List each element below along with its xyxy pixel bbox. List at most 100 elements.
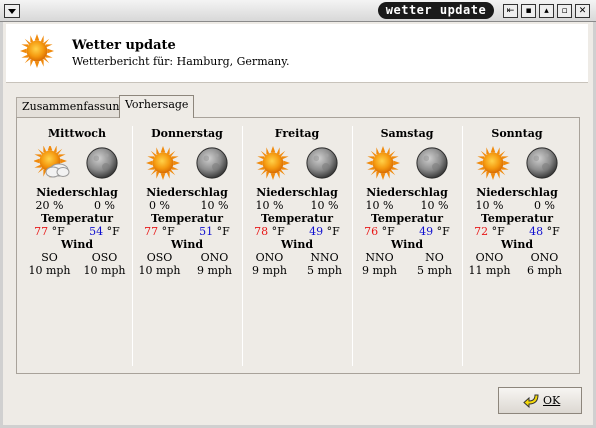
- temp-label: Temperatur: [370, 212, 444, 225]
- wind-speed-night: 6 mph: [526, 264, 563, 277]
- day-name: Sonntag: [491, 127, 543, 140]
- temp-label: Temperatur: [260, 212, 334, 225]
- wind-speed-night: 9 mph: [196, 264, 233, 277]
- day-column-sonntag: Sonntag Niederschlag 10 % 0 % Temperatur …: [462, 124, 572, 277]
- wind-label: Wind: [500, 238, 534, 251]
- temp-unit: °F: [546, 225, 560, 238]
- moon-icon: [195, 146, 229, 180]
- wind-dir-day: NNO: [365, 251, 394, 264]
- wind-dir-night: ONO: [200, 251, 229, 264]
- precip-day: 10 %: [255, 199, 284, 212]
- moon-icon: [305, 146, 339, 180]
- minimize-button[interactable]: ▪: [521, 4, 536, 18]
- wind-dir-night: OSO: [91, 251, 118, 264]
- temp-low: 49: [419, 225, 434, 238]
- wind-dir-day: SO: [41, 251, 58, 264]
- sun-icon: [476, 146, 510, 180]
- wind-speed-day: 9 mph: [251, 264, 288, 277]
- temp-high: 72: [474, 225, 489, 238]
- wind-speed-night: 5 mph: [416, 264, 453, 277]
- precip-label: Niederschlag: [366, 186, 448, 199]
- temp-unit: °F: [216, 225, 230, 238]
- temp-high: 76: [364, 225, 379, 238]
- wind-speed-day: 10 mph: [138, 264, 181, 277]
- moon-icon: [415, 146, 449, 180]
- shade-button[interactable]: ⇤: [503, 4, 518, 18]
- sun-icon: [256, 146, 290, 180]
- precip-day: 0 %: [149, 199, 170, 212]
- temp-low: 48: [529, 225, 544, 238]
- day-name: Samstag: [380, 127, 434, 140]
- temp-unit: °F: [51, 225, 65, 238]
- wind-dir-night: NO: [425, 251, 444, 264]
- temp-low: 49: [309, 225, 324, 238]
- temp-unit: °F: [161, 225, 175, 238]
- wind-label: Wind: [280, 238, 314, 251]
- temp-high: 77: [144, 225, 159, 238]
- sun-icon: [366, 146, 400, 180]
- precip-night: 10 %: [310, 199, 339, 212]
- temp-label: Temperatur: [150, 212, 224, 225]
- temp-unit: °F: [491, 225, 505, 238]
- close-button[interactable]: ✕: [575, 4, 590, 18]
- precip-day: 10 %: [365, 199, 394, 212]
- precip-label: Niederschlag: [36, 186, 118, 199]
- precip-night: 0 %: [534, 199, 555, 212]
- ok-button[interactable]: OK: [498, 387, 582, 414]
- sun-cloud-icon: [34, 146, 72, 182]
- temp-low: 54: [89, 225, 104, 238]
- day-column-mittwoch: Mittwoch Niederschlag 20 % 0 % Temperatur…: [22, 124, 132, 277]
- tab-vorhersage[interactable]: Vorhersage: [119, 95, 195, 118]
- temp-label: Temperatur: [480, 212, 554, 225]
- day-name: Mittwoch: [47, 127, 107, 140]
- precip-night: 10 %: [200, 199, 229, 212]
- header-subtitle: Wetterbericht für: Hamburg, Germany.: [72, 55, 290, 68]
- temp-unit: °F: [326, 225, 340, 238]
- title-bar: wetter update ⇤ ▪ ▴ ▫ ✕: [0, 0, 596, 22]
- temp-high: 78: [254, 225, 269, 238]
- window-menu-button[interactable]: [4, 4, 20, 18]
- day-name: Donnerstag: [151, 127, 223, 140]
- precip-label: Niederschlag: [256, 186, 338, 199]
- precip-label: Niederschlag: [476, 186, 558, 199]
- precip-day: 20 %: [35, 199, 64, 212]
- day-column-samstag: Samstag Niederschlag 10 % 10 % Temperatur…: [352, 124, 462, 277]
- day-column-donnerstag: Donnerstag Niederschlag 0 % 10 % Temperat…: [132, 124, 242, 277]
- tab-zusammenfassung[interactable]: Zusammenfassung: [16, 97, 133, 118]
- restore-button[interactable]: ▫: [557, 4, 572, 18]
- precip-label: Niederschlag: [146, 186, 228, 199]
- wind-dir-day: OSO: [146, 251, 173, 264]
- wind-speed-day: 10 mph: [28, 264, 71, 277]
- precip-day: 10 %: [475, 199, 504, 212]
- wind-speed-night: 5 mph: [306, 264, 343, 277]
- temp-unit: °F: [381, 225, 395, 238]
- window-title: wetter update: [378, 2, 494, 19]
- day-column-freitag: Freitag Niederschlag 10 % 10 % Temperatur…: [242, 124, 352, 277]
- ok-label: OK: [543, 394, 561, 407]
- moon-icon: [525, 146, 559, 180]
- temp-unit: °F: [436, 225, 450, 238]
- wind-speed-night: 10 mph: [83, 264, 126, 277]
- header-title: Wetter update: [72, 38, 176, 53]
- wind-dir-night: ONO: [530, 251, 559, 264]
- wind-dir-day: ONO: [255, 251, 284, 264]
- sun-icon: [20, 34, 54, 68]
- wind-label: Wind: [170, 238, 204, 251]
- temp-low: 51: [199, 225, 214, 238]
- wind-speed-day: 9 mph: [361, 264, 398, 277]
- temp-label: Temperatur: [40, 212, 114, 225]
- temp-unit: °F: [106, 225, 120, 238]
- temp-high: 77: [34, 225, 49, 238]
- maximize-button[interactable]: ▴: [539, 4, 554, 18]
- ok-arrow-icon: [523, 394, 539, 409]
- wind-dir-day: ONO: [475, 251, 504, 264]
- wind-dir-night: NNO: [310, 251, 339, 264]
- header: Wetter update Wetterbericht für: Hamburg…: [6, 24, 588, 83]
- wind-label: Wind: [390, 238, 424, 251]
- precip-night: 0 %: [94, 199, 115, 212]
- sun-icon: [146, 146, 180, 180]
- moon-icon: [85, 146, 119, 180]
- temp-unit: °F: [271, 225, 285, 238]
- wind-speed-day: 11 mph: [468, 264, 511, 277]
- precip-night: 10 %: [420, 199, 449, 212]
